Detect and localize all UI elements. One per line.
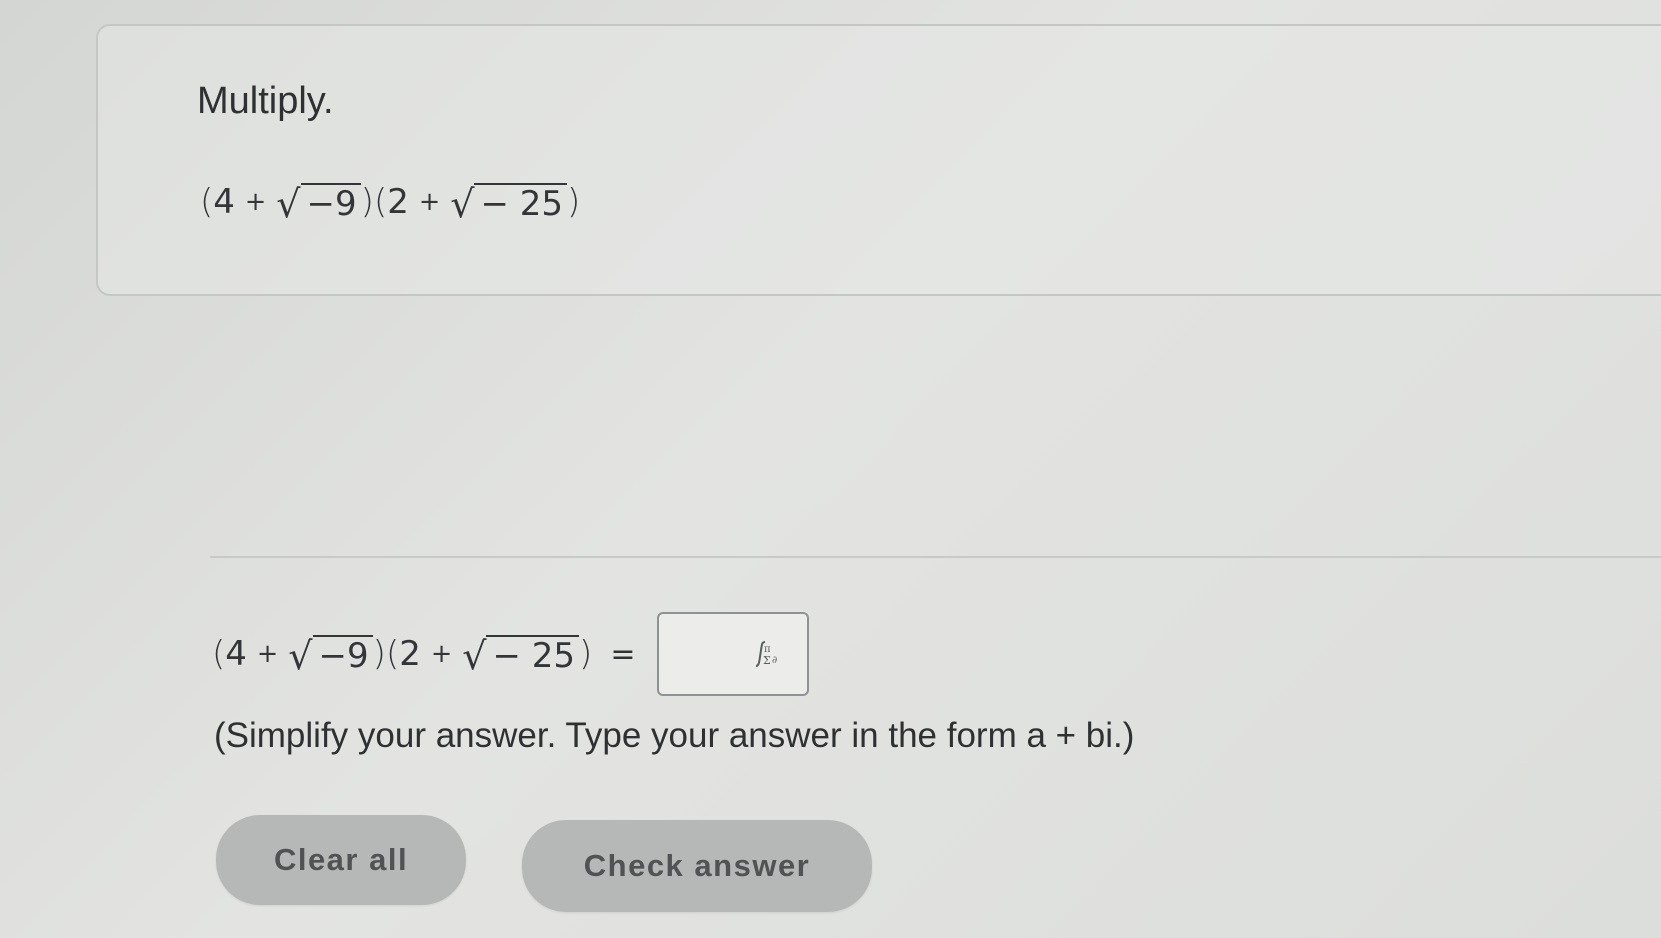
expr-paren: ) bbox=[372, 634, 386, 674]
homework-screen: Multiply. ( 4 + √ −9 ) ( 2 + √ − 25 ) ( … bbox=[0, 0, 1661, 938]
question-card bbox=[96, 24, 1661, 296]
radicand: −9 bbox=[300, 183, 361, 221]
expr-plus: + bbox=[244, 187, 267, 217]
equals-sign: = bbox=[610, 636, 636, 672]
radical-sign-icon: √ bbox=[450, 181, 475, 226]
radical-sign-icon: √ bbox=[462, 633, 487, 678]
answer-row: ( 4 + √ −9 ) ( 2 + √ − 25 ) = π Σ ∂ bbox=[212, 612, 810, 696]
answer-expression: ( 4 + √ −9 ) ( 2 + √ − 25 ) bbox=[212, 633, 593, 678]
expr-plus: + bbox=[256, 639, 279, 669]
radical-sign-icon: √ bbox=[288, 633, 313, 678]
question-title: Multiply. bbox=[197, 80, 334, 122]
radicand: − 25 bbox=[486, 635, 580, 673]
svg-text:Σ: Σ bbox=[763, 654, 771, 667]
expr-paren: ( bbox=[200, 182, 214, 222]
expr-term: 4 bbox=[213, 182, 235, 222]
clear-all-button[interactable]: Clear all bbox=[216, 815, 466, 905]
expr-plus: + bbox=[430, 639, 453, 669]
radical-sign-icon: √ bbox=[276, 181, 301, 226]
expr-paren: ) bbox=[360, 182, 374, 222]
answer-instruction: (Simplify your answer. Type your answer … bbox=[214, 716, 1135, 755]
square-root: √ −9 bbox=[288, 633, 373, 678]
expr-term: 2 bbox=[387, 182, 409, 222]
section-divider bbox=[210, 556, 1661, 558]
radicand: − 25 bbox=[474, 183, 568, 221]
question-expression: ( 4 + √ −9 ) ( 2 + √ − 25 ) bbox=[200, 181, 581, 226]
svg-text:∂: ∂ bbox=[772, 655, 777, 666]
expr-paren: ( bbox=[385, 634, 400, 674]
radicand: −9 bbox=[312, 635, 373, 673]
check-answer-button[interactable]: Check answer bbox=[522, 820, 872, 912]
expr-term: 4 bbox=[225, 634, 247, 674]
expr-paren: ( bbox=[373, 182, 388, 222]
square-root: √ −9 bbox=[276, 181, 361, 226]
expr-paren: ) bbox=[567, 182, 581, 222]
square-root: √ − 25 bbox=[450, 181, 568, 226]
expr-term: 2 bbox=[399, 634, 421, 674]
answer-input[interactable]: π Σ ∂ bbox=[657, 612, 810, 696]
expr-plus: + bbox=[418, 187, 441, 217]
expr-paren: ( bbox=[212, 634, 226, 674]
expr-paren: ) bbox=[579, 634, 593, 674]
square-root: √ − 25 bbox=[462, 633, 580, 678]
math-palette-icon[interactable]: π Σ ∂ bbox=[747, 637, 781, 671]
